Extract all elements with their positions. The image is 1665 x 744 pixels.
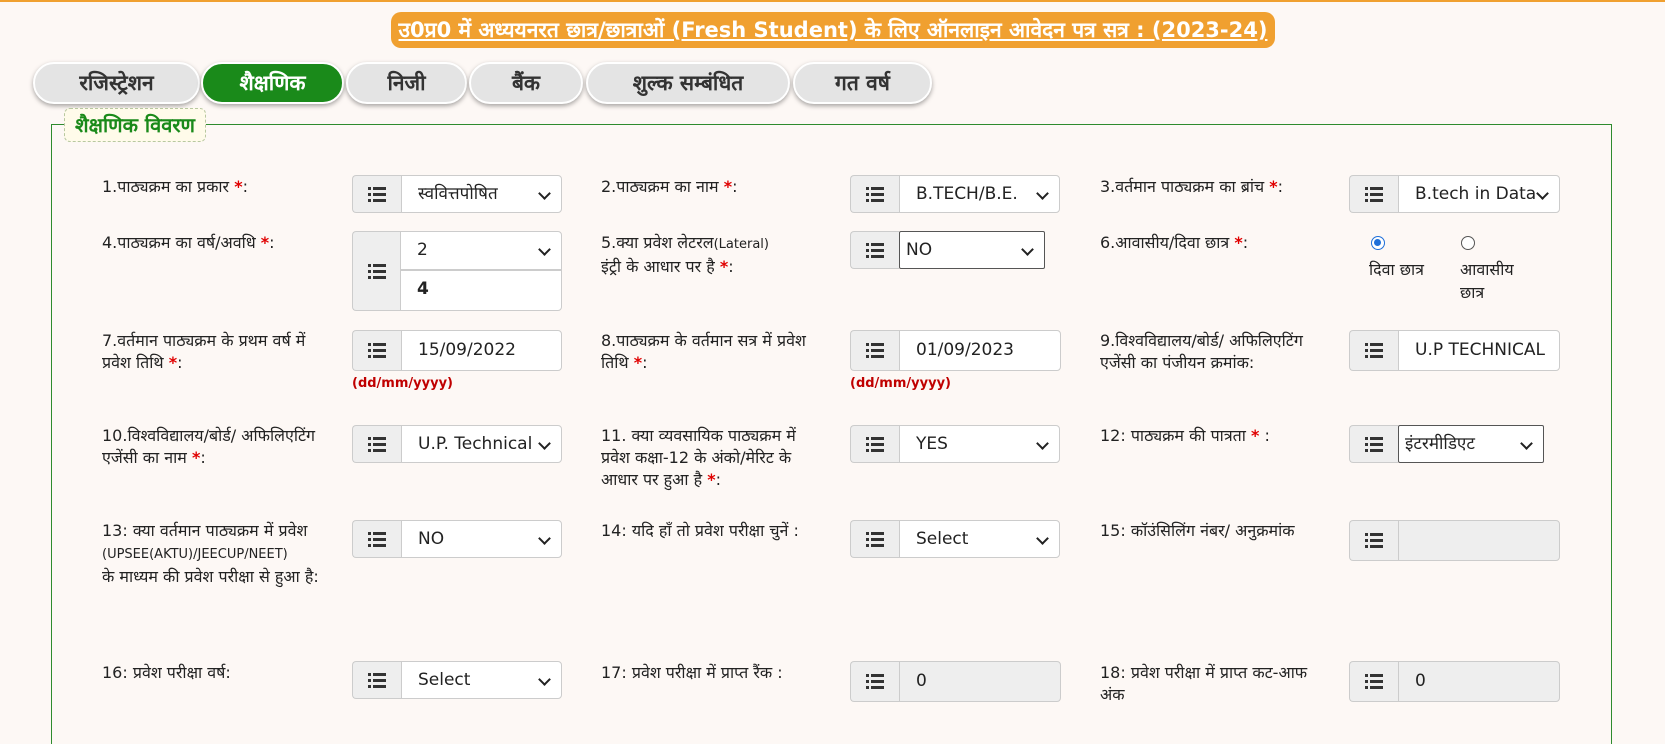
cutoff-marks-value[interactable]: 0: [1398, 661, 1560, 702]
list-icon: [352, 330, 401, 371]
current-session-admission-date-value[interactable]: 01/09/2023: [899, 330, 1061, 371]
field2-label: 2.पाठ्यक्रम का नाम *:: [601, 177, 738, 196]
list-icon: [850, 330, 899, 371]
date-format-hint: (dd/mm/yyyy): [352, 376, 453, 391]
counselling-number-value[interactable]: [1398, 520, 1560, 561]
course-name-value[interactable]: B.TECH/B.E.: [899, 175, 1060, 213]
entrance-rank-value[interactable]: 0: [899, 661, 1061, 702]
tab-personal[interactable]: निजी: [346, 62, 467, 104]
top-accent-line: [0, 0, 1665, 2]
course-year-value[interactable]: 2: [400, 231, 562, 270]
branch-select[interactable]: B.tech in Data: [1349, 175, 1560, 213]
lateral-entry-select[interactable]: NO: [850, 231, 1045, 269]
field1-label: 1.पाठ्यक्रम का प्रकार *:: [102, 177, 248, 196]
first-year-admission-date[interactable]: 15/09/2022: [352, 330, 562, 371]
course-duration-field[interactable]: 4: [400, 270, 562, 311]
resident-student-radio[interactable]: [1461, 236, 1475, 250]
list-icon: [352, 425, 401, 463]
entrance-exam-value[interactable]: Select: [899, 520, 1060, 558]
field9-label: 9.विश्वविद्यालय/बोर्ड/ अफिलिएटिंग एजेंसी…: [1100, 331, 1303, 372]
university-name-select[interactable]: U.P. Technical: [352, 425, 562, 463]
list-icon: [850, 175, 899, 213]
branch-value[interactable]: B.tech in Data: [1398, 175, 1560, 213]
field11-label: 11. क्या व्यवसायिक पाठ्यक्रम में प्रवेश …: [601, 426, 796, 489]
list-icon: [1349, 425, 1398, 463]
list-icon: [850, 231, 899, 269]
page-title: उ0प्र0 में अध्ययनरत छात्र/छात्राओं (Fres…: [391, 12, 1275, 48]
course-name-select[interactable]: B.TECH/B.E.: [850, 175, 1060, 213]
date-format-hint: (dd/mm/yyyy): [850, 376, 951, 391]
field10-label: 10.विश्वविद्यालय/बोर्ड/ अफिलिएटिंग एजेंस…: [102, 426, 316, 467]
entrance-exam-year-select[interactable]: Select: [352, 661, 562, 699]
list-icon: [1349, 661, 1398, 702]
lateral-entry-value[interactable]: NO: [899, 231, 1045, 269]
field5-label: 5.क्या प्रवेश लेटरल(Lateral) इंट्री के आध…: [601, 233, 769, 276]
course-type-select[interactable]: स्ववित्तपोषित: [352, 175, 562, 213]
field14-label: 14: यदि हाँ तो प्रवेश परीक्षा चुनें :: [601, 521, 799, 540]
tab-registration[interactable]: रजिस्ट्रेशन: [33, 62, 200, 104]
current-session-admission-date[interactable]: 01/09/2023: [850, 330, 1061, 371]
tab-fee[interactable]: शुल्क सम्बंधित: [586, 62, 790, 104]
field18-label: 18: प्रवेश परीक्षा में प्राप्त कट-आफ अंक: [1100, 663, 1308, 704]
field7-label: 7.वर्तमान पाठ्यक्रम के प्रथम वर्ष में प्…: [102, 331, 306, 372]
eligibility-value[interactable]: इंटरमीडिएट: [1398, 425, 1544, 463]
cutoff-marks-field[interactable]: 0: [1349, 661, 1560, 702]
field13-label: 13: क्या वर्तमान पाठ्यक्रम में प्रवेश (UP…: [102, 521, 319, 586]
field6-label: 6.आवासीय/दिवा छात्र *:: [1100, 233, 1249, 252]
course-type-value[interactable]: स्ववित्तपोषित: [401, 175, 562, 213]
entrance-exam-select[interactable]: Select: [850, 520, 1060, 558]
section-title: शैक्षणिक विवरण: [64, 108, 206, 142]
entrance-exam-year-value[interactable]: Select: [401, 661, 562, 699]
university-name-value[interactable]: U.P. Technical: [401, 425, 562, 463]
field3-label: 3.वर्तमान पाठ्यक्रम का ब्रांच *:: [1100, 177, 1284, 196]
day-student-label: दिवा छात्र: [1369, 260, 1424, 279]
course-duration-value[interactable]: 4: [400, 270, 562, 311]
field16-label: 16: प्रवेश परीक्षा वर्ष:: [102, 663, 231, 682]
list-icon: [352, 661, 401, 699]
day-student-radio[interactable]: [1371, 236, 1385, 250]
tab-academic[interactable]: शैक्षणिक: [201, 62, 344, 104]
counselling-number-field[interactable]: [1349, 520, 1560, 561]
field8-label: 8.पाठ्यक्रम के वर्तमान सत्र में प्रवेश त…: [601, 331, 806, 372]
list-icon: [850, 661, 899, 702]
course-year-select[interactable]: 2: [400, 231, 562, 270]
merit-based-admission-value[interactable]: YES: [899, 425, 1060, 463]
entrance-rank-field[interactable]: 0: [850, 661, 1061, 702]
list-icon: [352, 175, 401, 213]
tab-previous-year[interactable]: गत वर्ष: [793, 62, 932, 104]
list-icon: [850, 520, 899, 558]
merit-based-admission-select[interactable]: YES: [850, 425, 1060, 463]
field12-label: 12: पाठ्यक्रम की पात्रता * :: [1100, 426, 1270, 445]
tab-bank[interactable]: बैंक: [469, 62, 583, 104]
list-icon: [352, 231, 401, 311]
list-icon: [1349, 520, 1398, 561]
list-icon: [1349, 175, 1398, 213]
registration-number-field[interactable]: U.P TECHNICAL: [1349, 330, 1560, 371]
field17-label: 17: प्रवेश परीक्षा में प्राप्त रैंक :: [601, 663, 783, 682]
first-year-admission-date-value[interactable]: 15/09/2022: [401, 330, 562, 371]
entrance-exam-admission-select[interactable]: NO: [352, 520, 562, 558]
list-icon: [850, 425, 899, 463]
resident-student-label: आवासीय छात्र: [1460, 260, 1514, 302]
registration-number-value[interactable]: U.P TECHNICAL: [1398, 330, 1560, 371]
field4-label: 4.पाठ्यक्रम का वर्ष/अवधि *:: [102, 233, 275, 252]
eligibility-select[interactable]: इंटरमीडिएट: [1349, 425, 1544, 463]
field15-label: 15: कॉउंसिलिंग नंबर/ अनुक्रमांक: [1100, 521, 1295, 540]
entrance-exam-admission-value[interactable]: NO: [401, 520, 562, 558]
list-icon: [352, 520, 401, 558]
list-icon: [1349, 330, 1398, 371]
